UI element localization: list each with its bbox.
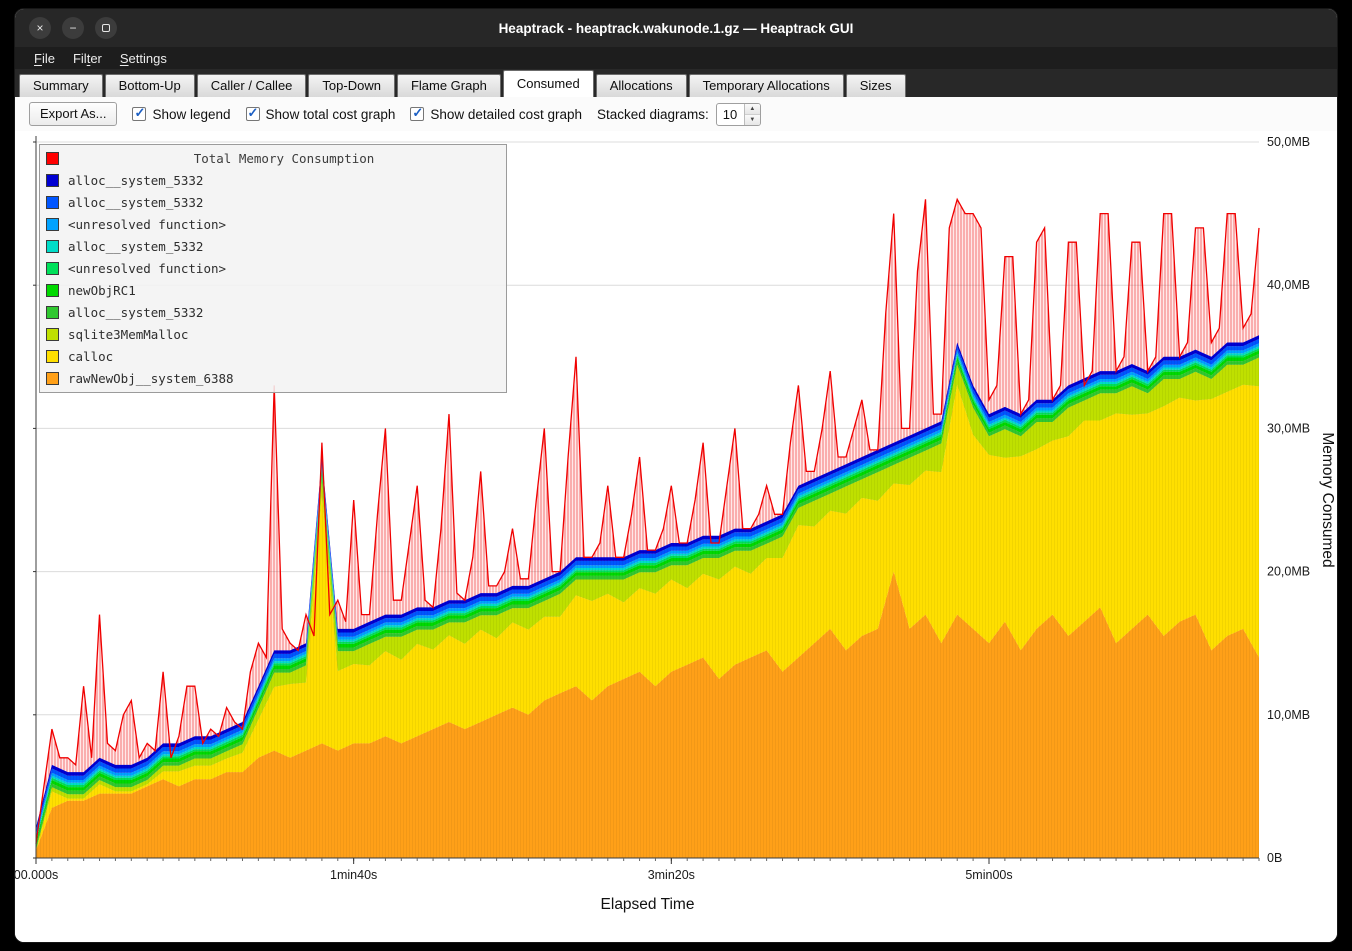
legend-item: <unresolved function> (40, 213, 506, 235)
legend-label: alloc__system_5332 (68, 305, 203, 320)
window-controls: × − (29, 17, 117, 39)
chart-region: 00.000s 1min40s 3min20s 5min00s 0B 10,0MB 20,0… (15, 131, 1337, 942)
spin-up-button[interactable]: ▲ (745, 104, 760, 115)
legend-label: calloc (68, 349, 113, 364)
y-tick-label: 50,0MB (1267, 135, 1310, 149)
legend-item: <unresolved function> (40, 257, 506, 279)
close-icon: × (36, 22, 43, 34)
legend-title-row: Total Memory Consumption (40, 147, 506, 169)
checkbox-show-legend[interactable]: Show legend (132, 107, 230, 122)
spin-buttons: ▲ ▼ (744, 104, 760, 125)
legend-swatch (46, 218, 59, 231)
y-tick-label: 20,0MB (1267, 565, 1310, 579)
close-button[interactable]: × (29, 17, 51, 39)
minimize-button[interactable]: − (62, 17, 84, 39)
checkbox-show-detailed-cost-graph[interactable]: Show detailed cost graph (410, 107, 582, 122)
menu-item-settings[interactable]: Settings (111, 47, 176, 69)
spin-down-icon: ▼ (749, 117, 755, 123)
chart-legend: Total Memory Consumption alloc__system_5… (39, 144, 507, 393)
legend-swatch-total (46, 152, 59, 165)
legend-label: alloc__system_5332 (68, 173, 203, 188)
x-tick-label: 1min40s (330, 868, 377, 882)
stacked-diagrams-group: Stacked diagrams: 10 ▲ ▼ (597, 103, 761, 126)
spin-down-button[interactable]: ▼ (745, 115, 760, 125)
legend-item: calloc (40, 345, 506, 367)
tab-summary[interactable]: Summary (19, 74, 103, 97)
legend-label: newObjRC1 (68, 283, 136, 298)
menu-item-file[interactable]: File (25, 47, 64, 69)
legend-swatch (46, 350, 59, 363)
legend-label: <unresolved function> (68, 261, 226, 276)
export-as-button[interactable]: Export As... (29, 102, 117, 126)
checkbox-show-total-cost-graph-label: Show total cost graph (266, 107, 396, 122)
legend-item: alloc__system_5332 (40, 191, 506, 213)
legend-item: sqlite3MemMalloc (40, 323, 506, 345)
tab-consumed[interactable]: Consumed (503, 70, 594, 97)
app-window: × − Heaptrack - heaptrack.wakunode.1.gz … (14, 8, 1338, 943)
y-tick-label: 40,0MB (1267, 278, 1310, 292)
legend-item: alloc__system_5332 (40, 235, 506, 257)
legend-swatch (46, 372, 59, 385)
tab-flame-graph[interactable]: Flame Graph (397, 74, 501, 97)
minimize-icon: − (69, 22, 76, 34)
tab-sizes[interactable]: Sizes (846, 74, 906, 97)
legend-swatch (46, 306, 59, 319)
x-tick-label: 5min00s (965, 868, 1012, 882)
legend-swatch (46, 262, 59, 275)
stacked-diagrams-value[interactable]: 10 (717, 104, 744, 125)
y-axis-label: Memory Consumed (1319, 432, 1336, 567)
x-tick-label: 00.000s (15, 868, 58, 882)
checkbox-show-total-cost-graph[interactable]: Show total cost graph (246, 107, 396, 122)
legend-swatch (46, 284, 59, 297)
legend-label: <unresolved function> (68, 217, 226, 232)
legend-item: alloc__system_5332 (40, 169, 506, 191)
menu-item-filter[interactable]: Filter (64, 47, 111, 69)
legend-label: rawNewObj__system_6388 (68, 371, 234, 386)
tab-temporary-allocations[interactable]: Temporary Allocations (689, 74, 844, 97)
tab-top-down[interactable]: Top-Down (308, 74, 395, 97)
legend-item: alloc__system_5332 (40, 301, 506, 323)
checkbox-show-detailed-cost-graph-label: Show detailed cost graph (430, 107, 582, 122)
maximize-icon (102, 24, 110, 32)
tabbar: Summary Bottom-Up Caller / Callee Top-Do… (15, 69, 1337, 97)
legend-item: rawNewObj__system_6388 (40, 367, 506, 389)
spin-up-icon: ▲ (749, 106, 755, 112)
stacked-diagrams-label: Stacked diagrams: (597, 107, 709, 122)
menubar: File Filter Settings (15, 47, 1337, 69)
legend-swatch (46, 328, 59, 341)
window-title: Heaptrack - heaptrack.wakunode.1.gz — He… (499, 21, 854, 36)
stacked-diagrams-spinbox[interactable]: 10 ▲ ▼ (716, 103, 761, 126)
x-axis-label: Elapsed Time (601, 896, 695, 913)
legend-label: alloc__system_5332 (68, 195, 203, 210)
legend-item: newObjRC1 (40, 279, 506, 301)
checkbox-show-legend-label: Show legend (152, 107, 230, 122)
legend-title: Total Memory Consumption (68, 151, 500, 166)
maximize-button[interactable] (95, 17, 117, 39)
legend-swatch (46, 174, 59, 187)
checkbox-show-detailed-cost-graph-box (410, 107, 424, 121)
titlebar: × − Heaptrack - heaptrack.wakunode.1.gz … (15, 9, 1337, 47)
legend-swatch (46, 196, 59, 209)
y-tick-label: 30,0MB (1267, 421, 1310, 435)
y-tick-label: 0B (1267, 851, 1282, 865)
checkbox-show-legend-box (132, 107, 146, 121)
tab-bottom-up[interactable]: Bottom-Up (105, 74, 195, 97)
y-tick-label: 10,0MB (1267, 708, 1310, 722)
tab-allocations[interactable]: Allocations (596, 74, 687, 97)
legend-swatch (46, 240, 59, 253)
legend-label: alloc__system_5332 (68, 239, 203, 254)
tab-caller-callee[interactable]: Caller / Callee (197, 74, 307, 97)
legend-label: sqlite3MemMalloc (68, 327, 188, 342)
checkbox-show-total-cost-graph-box (246, 107, 260, 121)
toolbar: Export As... Show legend Show total cost… (15, 97, 1337, 131)
x-tick-label: 3min20s (648, 868, 695, 882)
